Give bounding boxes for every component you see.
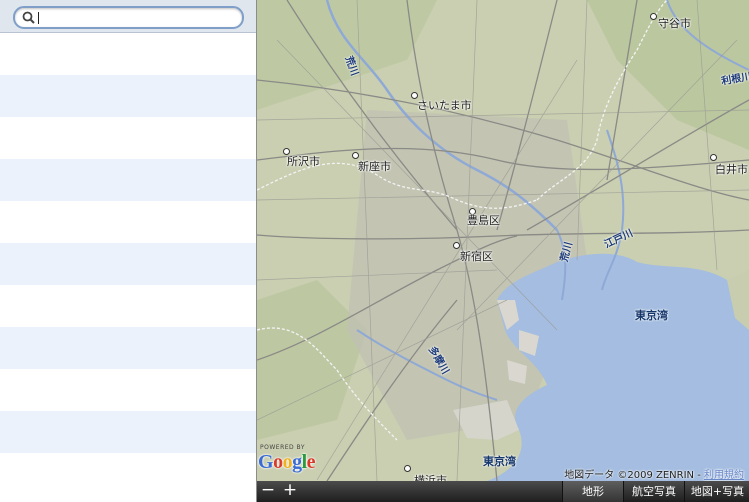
terms-link[interactable]: 利用規約 <box>704 470 744 481</box>
list-item[interactable] <box>0 159 256 201</box>
results-pane <box>0 0 256 502</box>
place-label-tokorozawa: 所沢市 <box>287 155 320 168</box>
place-marker <box>710 154 717 161</box>
list-item[interactable] <box>0 411 256 453</box>
zoom-in-button[interactable]: + <box>279 481 301 502</box>
place-label-yokohama: 横浜市 <box>414 474 447 481</box>
terrain-button[interactable]: 地形 <box>562 481 623 502</box>
attribution-text: 地図データ ©2009 ZENRIN - <box>564 470 704 481</box>
water-label-tokyo-bay-south: 東京湾 <box>483 455 516 468</box>
place-marker <box>650 13 657 20</box>
list-item[interactable] <box>0 327 256 369</box>
list-item[interactable] <box>0 201 256 243</box>
list-item[interactable] <box>0 33 256 75</box>
text-cursor <box>38 12 39 24</box>
google-logo: Google <box>258 451 316 473</box>
list-item[interactable] <box>0 285 256 327</box>
place-label-niiza: 新座市 <box>358 160 391 173</box>
list-item[interactable] <box>0 453 256 495</box>
place-label-saitama: さいたま市 <box>417 99 472 112</box>
search-box[interactable] <box>13 6 244 29</box>
water-label-tokyo-bay: 東京湾 <box>635 309 668 322</box>
list-item[interactable] <box>0 243 256 285</box>
powered-by-text: POWERED BY <box>260 444 306 451</box>
place-marker <box>404 465 411 472</box>
place-label-shiroi: 白井市 <box>715 163 748 176</box>
map-attribution: 地図データ ©2009 ZENRIN - 利用規約 <box>564 466 744 481</box>
place-label-toshima: 豊島区 <box>467 214 500 227</box>
list-item[interactable] <box>0 117 256 159</box>
search-input[interactable] <box>37 9 237 26</box>
satellite-button[interactable]: 航空写真 <box>623 481 684 502</box>
list-item[interactable] <box>0 369 256 411</box>
map-toolbar: − + 地形 航空写真 地図+写真 <box>257 481 749 502</box>
zoom-out-button[interactable]: − <box>257 481 279 502</box>
results-list[interactable] <box>0 33 256 502</box>
map-canvas <box>257 0 749 481</box>
place-label-shinjuku: 新宿区 <box>460 250 493 263</box>
place-marker <box>453 242 460 249</box>
search-icon <box>22 11 35 24</box>
list-item[interactable] <box>0 75 256 117</box>
search-bar <box>0 0 256 33</box>
map-view[interactable]: 守谷市 さいたま市 所沢市 新座市 豊島区 新宿区 白井市 横浜市 荒川 荒川 … <box>257 0 749 481</box>
hybrid-button[interactable]: 地図+写真 <box>684 481 749 502</box>
place-label-moriya: 守谷市 <box>658 17 691 30</box>
